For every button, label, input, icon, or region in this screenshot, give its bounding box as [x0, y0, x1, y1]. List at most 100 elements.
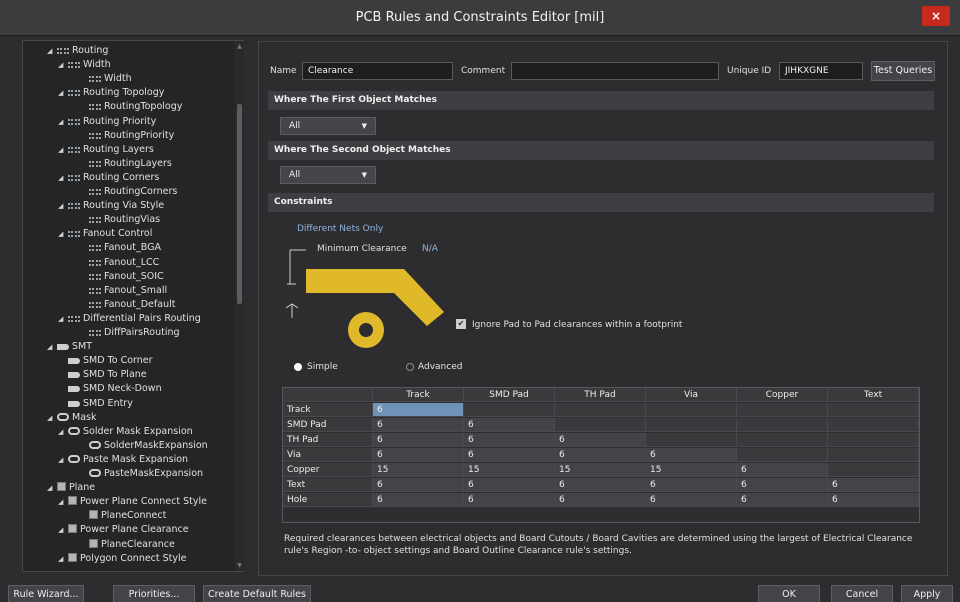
- tree-item[interactable]: PlaneClearance: [79, 537, 175, 552]
- tree-item[interactable]: Width: [79, 71, 132, 86]
- scroll-down-icon[interactable]: ▼: [236, 562, 243, 569]
- matrix-cell[interactable]: 6: [373, 493, 464, 507]
- matrix-row-header[interactable]: Via: [283, 448, 373, 462]
- comment-field[interactable]: [511, 62, 719, 80]
- clearance-matrix[interactable]: Track SMD Pad TH Pad Via Copper Text Track 6 SMD…: [282, 387, 920, 523]
- expand-arrow-icon[interactable]: ◢: [58, 115, 68, 130]
- tree-item[interactable]: ◢ Differential Pairs Routing: [58, 311, 201, 326]
- tree-item[interactable]: ◢ Routing Priority: [58, 114, 156, 129]
- matrix-cell[interactable]: 6: [737, 463, 828, 477]
- matrix-cell[interactable]: [828, 418, 919, 432]
- expand-arrow-icon[interactable]: ◢: [58, 86, 68, 101]
- matrix-cell[interactable]: 6: [373, 418, 464, 432]
- tree-item[interactable]: PlaneConnect: [79, 508, 166, 523]
- matrix-cell[interactable]: 6: [373, 433, 464, 447]
- matrix-cell[interactable]: [737, 418, 828, 432]
- test-queries-button[interactable]: Test Queries: [871, 61, 935, 81]
- tree-item[interactable]: ◢ Routing Topology: [58, 85, 164, 100]
- expand-arrow-icon[interactable]: ◢: [58, 312, 68, 327]
- ignore-pad-checkbox[interactable]: ✔: [456, 319, 466, 329]
- tree-item[interactable]: ◢ Paste Mask Expansion: [58, 452, 188, 467]
- cancel-button[interactable]: Cancel: [831, 585, 893, 602]
- matrix-cell[interactable]: [828, 433, 919, 447]
- expand-arrow-icon[interactable]: ◢: [58, 171, 68, 186]
- matrix-cell[interactable]: 15: [555, 463, 646, 477]
- tree-item[interactable]: ◢ Power Plane Connect Style: [58, 494, 207, 509]
- matrix-cell[interactable]: 6: [646, 448, 737, 462]
- tree-item[interactable]: ◢ Mask: [47, 410, 96, 425]
- expand-arrow-icon[interactable]: ◢: [58, 523, 68, 538]
- expand-arrow-icon[interactable]: ◢: [58, 495, 68, 510]
- tree-item[interactable]: RoutingPriority: [79, 128, 174, 143]
- matrix-cell[interactable]: [464, 403, 555, 417]
- expand-arrow-icon[interactable]: ◢: [58, 227, 68, 242]
- expand-arrow-icon[interactable]: ◢: [58, 58, 68, 73]
- tree-item[interactable]: ◢ Routing: [47, 43, 108, 58]
- tree-scrollbar[interactable]: ▲ ▼: [235, 41, 244, 571]
- matrix-cell[interactable]: [555, 418, 646, 432]
- expand-arrow-icon[interactable]: ◢: [58, 425, 68, 440]
- scroll-up-icon[interactable]: ▲: [236, 43, 243, 50]
- tree-scroll-thumb[interactable]: [237, 104, 242, 304]
- tree-item[interactable]: ◢ Plane: [47, 480, 95, 495]
- tree-item[interactable]: SolderMaskExpansion: [79, 438, 208, 453]
- matrix-cell[interactable]: [737, 403, 828, 417]
- tree-item[interactable]: SMD Neck-Down: [58, 381, 162, 396]
- matrix-cell[interactable]: 15: [464, 463, 555, 477]
- matrix-cell[interactable]: [737, 448, 828, 462]
- expand-arrow-icon[interactable]: ◢: [58, 143, 68, 158]
- matrix-row-header[interactable]: SMD Pad: [283, 418, 373, 432]
- matrix-cell[interactable]: 6: [555, 433, 646, 447]
- matrix-corner[interactable]: [283, 388, 373, 402]
- matrix-column-header[interactable]: SMD Pad: [464, 388, 555, 402]
- matrix-cell[interactable]: 6: [373, 478, 464, 492]
- tree-item[interactable]: RoutingVias: [79, 212, 160, 227]
- matrix-cell[interactable]: [646, 418, 737, 432]
- matrix-row-header[interactable]: Copper: [283, 463, 373, 477]
- matrix-cell[interactable]: 6: [646, 493, 737, 507]
- matrix-cell[interactable]: 6: [737, 478, 828, 492]
- ok-button[interactable]: OK: [758, 585, 820, 602]
- first-object-dropdown[interactable]: All ▼: [280, 117, 376, 135]
- min-clearance-value[interactable]: N/A: [422, 244, 438, 254]
- tree-item[interactable]: Fanout_SOIC: [79, 269, 164, 284]
- matrix-cell[interactable]: [737, 433, 828, 447]
- matrix-cell[interactable]: 15: [646, 463, 737, 477]
- expand-arrow-icon[interactable]: ◢: [47, 481, 57, 496]
- matrix-cell[interactable]: 6: [828, 493, 919, 507]
- tree-item[interactable]: PasteMaskExpansion: [79, 466, 203, 481]
- tree-item[interactable]: Fanout_Small: [79, 283, 167, 298]
- matrix-cell[interactable]: 6: [373, 448, 464, 462]
- matrix-cell[interactable]: 6: [464, 433, 555, 447]
- tree-item[interactable]: Fanout_Default: [79, 297, 175, 312]
- expand-arrow-icon[interactable]: ◢: [58, 453, 68, 468]
- matrix-column-header[interactable]: Text: [828, 388, 919, 402]
- tree-item[interactable]: ◢ Solder Mask Expansion: [58, 424, 193, 439]
- matrix-cell[interactable]: 6: [464, 418, 555, 432]
- matrix-row-header[interactable]: Hole: [283, 493, 373, 507]
- tree-item[interactable]: ◢ Routing Via Style: [58, 198, 164, 213]
- different-nets-link[interactable]: Different Nets Only: [297, 224, 383, 234]
- create-default-rules-button[interactable]: Create Default Rules: [203, 585, 311, 602]
- matrix-cell[interactable]: 6: [555, 493, 646, 507]
- matrix-cell[interactable]: 6: [555, 448, 646, 462]
- rule-wizard-button[interactable]: Rule Wizard...: [8, 585, 84, 602]
- second-object-dropdown[interactable]: All ▼: [280, 166, 376, 184]
- matrix-cell[interactable]: 6: [464, 478, 555, 492]
- expand-arrow-icon[interactable]: ◢: [47, 44, 57, 59]
- tree-item[interactable]: ◢ Width: [58, 57, 111, 72]
- apply-button[interactable]: Apply: [901, 585, 953, 602]
- priorities-button[interactable]: Priorities...: [113, 585, 195, 602]
- matrix-column-header[interactable]: Via: [646, 388, 737, 402]
- matrix-row-header[interactable]: TH Pad: [283, 433, 373, 447]
- matrix-cell[interactable]: 6: [828, 478, 919, 492]
- tree-item[interactable]: DiffPairsRouting: [79, 325, 180, 340]
- tree-item[interactable]: ◢ SMT: [47, 339, 92, 354]
- name-field[interactable]: Clearance: [302, 62, 453, 80]
- matrix-cell[interactable]: [828, 463, 919, 477]
- matrix-cell[interactable]: [646, 433, 737, 447]
- matrix-cell[interactable]: [828, 403, 919, 417]
- matrix-row-header[interactable]: Track: [283, 403, 373, 417]
- matrix-cell[interactable]: [646, 403, 737, 417]
- expand-arrow-icon[interactable]: ◢: [47, 411, 57, 426]
